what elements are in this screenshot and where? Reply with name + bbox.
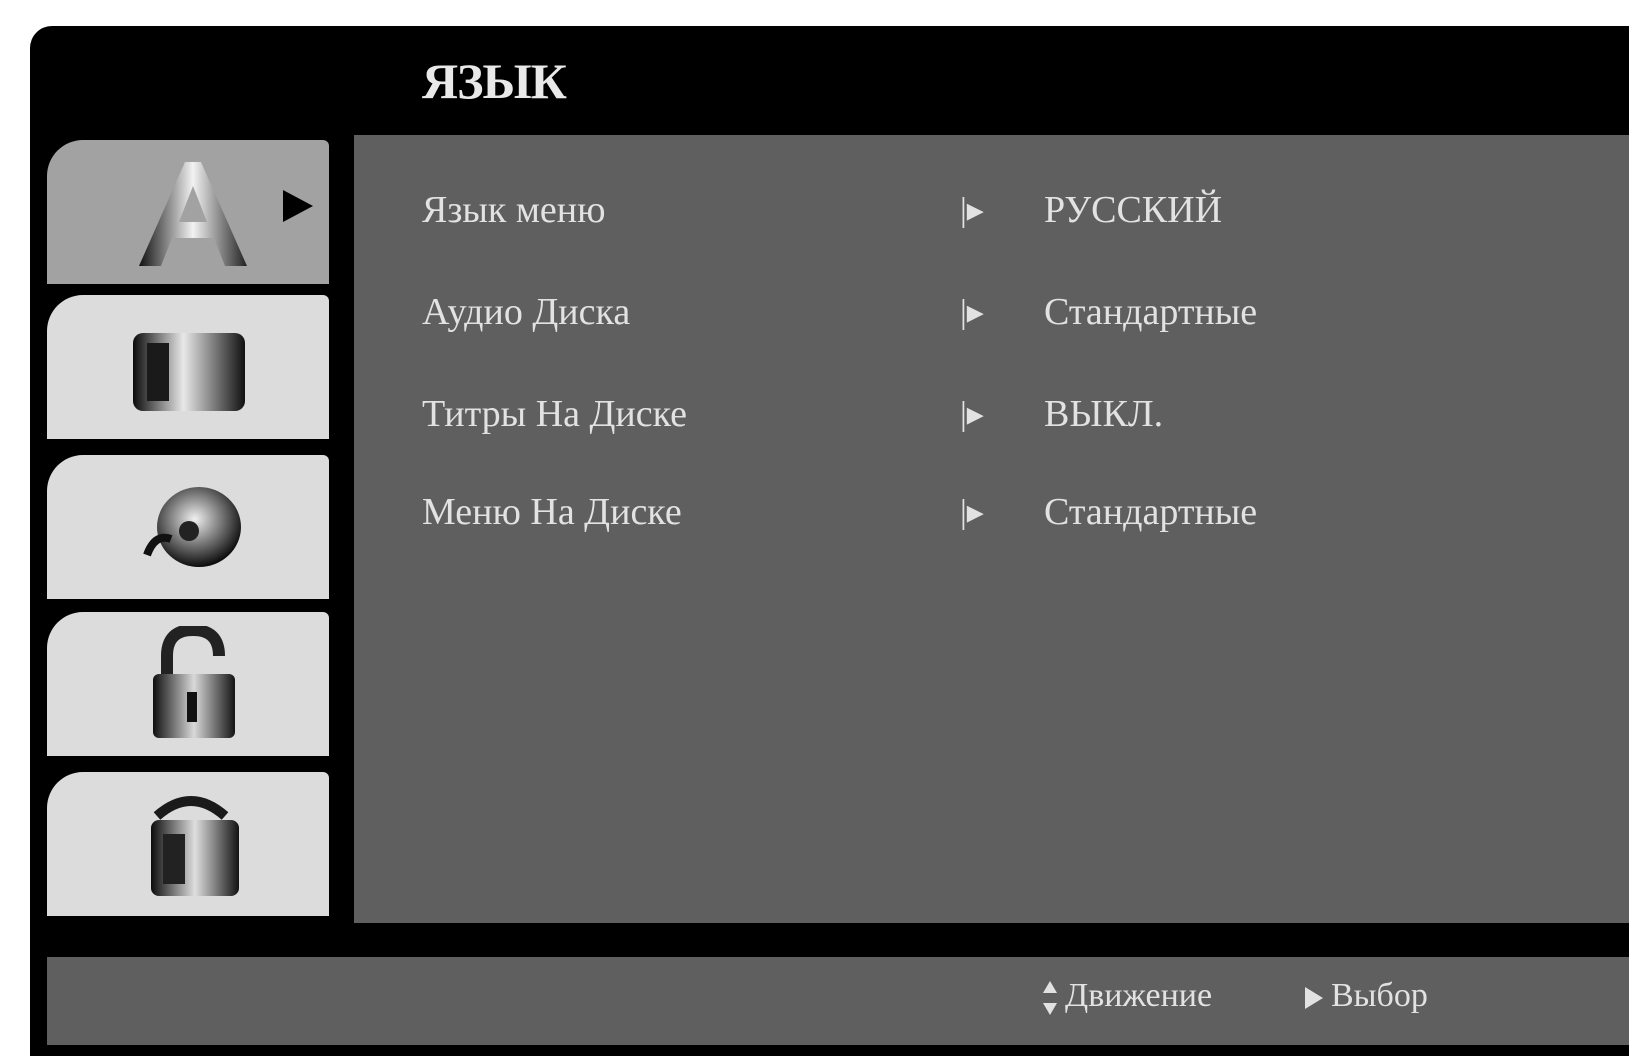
tab-display[interactable] [47,295,329,439]
setting-value: ВЫКЛ. [1044,393,1164,435]
menu-title: ЯЗЫК [422,53,567,109]
setting-label: Аудио Диска [422,291,631,333]
tab-language[interactable] [47,140,329,284]
setting-label: Меню На Диске [422,491,682,533]
setting-value: Стандартные [1044,291,1258,333]
move-label: Движение [1065,977,1213,1014]
play-icon [1305,987,1323,1010]
setting-value: РУССКИЙ [1044,189,1223,231]
selected-arrow-icon [283,190,313,222]
language-icon [139,162,247,266]
setting-row-disc-menu[interactable]: Меню На Диске |▸ Стандартные [422,490,1257,534]
move-hint: Движение [1043,977,1213,1016]
audio-icon [143,487,241,567]
value-indicator-icon: |▸ [960,294,984,331]
footer-bar: Движение Выбор [47,957,1629,1045]
setting-row-menu-language[interactable]: Язык меню |▸ РУССКИЙ [422,188,1222,232]
others-icon [151,796,239,896]
up-down-icon [1043,981,1057,1016]
tab-audio[interactable] [47,455,329,599]
display-icon [133,333,245,411]
value-indicator-icon: |▸ [960,494,984,531]
setting-label: Язык меню [422,189,606,231]
tab-lock[interactable] [47,612,329,756]
tab-others[interactable] [47,772,329,916]
setting-value: Стандартные [1044,491,1258,533]
setting-row-disc-subtitle[interactable]: Титры На Диске |▸ ВЫКЛ. [422,392,1163,436]
select-hint: Выбор [1305,977,1428,1015]
setting-row-disc-audio[interactable]: Аудио Диска |▸ Стандартные [422,290,1257,334]
lock-icon [153,626,235,738]
value-indicator-icon: |▸ [960,192,984,229]
value-indicator-icon: |▸ [960,396,984,433]
setting-label: Титры На Диске [422,393,688,435]
select-label: Выбор [1331,977,1428,1014]
